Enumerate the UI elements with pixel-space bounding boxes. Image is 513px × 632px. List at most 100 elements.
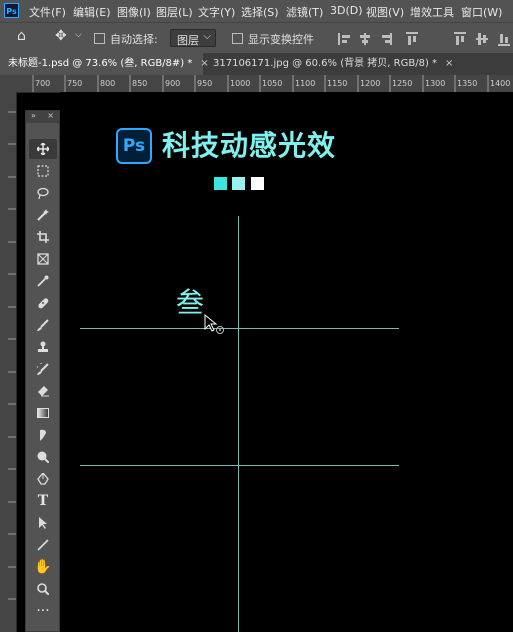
menu-view[interactable]: 视图(V) (366, 4, 404, 20)
typed-text-layer[interactable]: 叁 (176, 286, 204, 320)
canvas-title-text: 科技动感光效 (162, 129, 337, 162)
panel-header[interactable]: » × (26, 111, 59, 123)
zoom-tool[interactable] (29, 579, 57, 599)
document-tabs: 未标题-1.psd @ 73.6% (叁, RGB/8#) * × 3171061… (0, 53, 513, 75)
clone-stamp-tool[interactable] (29, 337, 57, 357)
hand-tool[interactable]: ✋ (29, 557, 57, 577)
align-buttons-icon[interactable] (338, 32, 510, 46)
lasso-icon (37, 187, 49, 199)
ruler-label: 1150 (327, 79, 348, 88)
move-tool-icon[interactable]: ✥ (55, 28, 67, 44)
color-square-3 (251, 177, 264, 190)
lasso-tool[interactable] (29, 183, 57, 203)
magic-wand-icon (37, 209, 49, 221)
menu-window[interactable]: 窗口(W) (461, 4, 502, 20)
checkbox-box[interactable] (232, 33, 243, 44)
ruler-label: 1100 (295, 79, 316, 88)
photoshop-logo-icon[interactable]: Ps (4, 3, 19, 18)
auto-select-target-dropdown[interactable]: 图层 ⌵ (170, 29, 216, 47)
color-square-1 (214, 177, 227, 190)
checkbox-box[interactable] (94, 33, 105, 44)
menu-select[interactable]: 选择(S) (241, 4, 279, 20)
color-square-2 (232, 177, 245, 190)
history-brush-tool[interactable] (29, 359, 57, 379)
pen-icon (37, 473, 49, 485)
auto-select-checkbox[interactable]: 自动选择: (94, 31, 158, 47)
ruler-label: 1250 (392, 79, 413, 88)
path-selection-tool[interactable] (29, 513, 57, 533)
menu-layer[interactable]: 图层(L) (156, 4, 193, 20)
menu-3d[interactable]: 3D(D) (330, 4, 363, 17)
options-bar: ⌂ ✥ ⌵ 自动选择: 图层 ⌵ 显示变换控件 (0, 22, 513, 54)
gradient-icon (37, 408, 49, 418)
line-icon (37, 539, 49, 551)
type-tool[interactable]: T (29, 491, 57, 511)
frame-icon (37, 253, 49, 265)
eyedropper-tool[interactable] (29, 271, 57, 291)
magic-wand-tool[interactable] (29, 205, 57, 225)
close-icon[interactable]: × (445, 58, 453, 69)
move-tool[interactable] (29, 139, 57, 159)
collapse-icon[interactable]: » (31, 111, 36, 120)
arrow-select-icon (39, 517, 47, 529)
brush-tool[interactable] (29, 315, 57, 335)
tab-document-2[interactable]: 317106171.jpg @ 60.6% (背景 拷贝, RGB/8) * × (205, 53, 513, 75)
ruler-label: 800 (100, 79, 116, 88)
ruler-label: 850 (132, 79, 148, 88)
ellipsis-icon: ··· (36, 603, 50, 619)
horizontal-guide-bottom[interactable] (80, 465, 399, 466)
show-transform-checkbox[interactable]: 显示变换控件 (232, 31, 314, 47)
ruler-label: 950 (197, 79, 213, 88)
close-icon[interactable]: × (47, 111, 54, 120)
menu-plugins[interactable]: 增效工具 (410, 4, 454, 20)
eraser-tool[interactable] (29, 381, 57, 401)
menu-type[interactable]: 文字(Y) (198, 4, 235, 20)
menu-image[interactable]: 图像(I) (117, 4, 151, 20)
ruler-label: 1400 (490, 79, 511, 88)
blur-tool[interactable] (29, 425, 57, 445)
dropdown-value: 图层 (177, 34, 199, 47)
zoom-icon (37, 583, 49, 595)
ruler-label: 750 (67, 79, 83, 88)
stamp-icon (38, 341, 48, 352)
eyedropper-icon (37, 275, 49, 287)
tab-label: 317106171.jpg @ 60.6% (背景 拷贝, RGB/8) * (213, 58, 438, 69)
healing-brush-tool[interactable] (29, 293, 57, 313)
ruler-label: 700 (35, 79, 51, 88)
auto-select-label: 自动选择: (110, 33, 158, 46)
show-transform-label: 显示变换控件 (248, 33, 314, 46)
tools-panel: » × T ✋ ··· (25, 110, 60, 632)
more-tools-button[interactable]: ··· (29, 601, 57, 621)
chevron-down-icon: ⌵ (203, 31, 211, 42)
menu-filter[interactable]: 滤镜(T) (286, 4, 323, 20)
ruler-ticks (8, 111, 16, 600)
home-icon[interactable]: ⌂ (17, 28, 26, 44)
ruler-label: 1350 (457, 79, 478, 88)
document-canvas[interactable] (60, 92, 513, 632)
pen-tool[interactable] (29, 469, 57, 489)
dodge-tool[interactable] (29, 447, 57, 467)
line-tool[interactable] (29, 535, 57, 555)
eraser-icon (38, 386, 49, 397)
frame-tool[interactable] (29, 249, 57, 269)
ruler-label: 1050 (262, 79, 283, 88)
horizontal-ruler[interactable]: 700 750 800 850 900 950 1000 1050 1100 1… (0, 75, 513, 93)
tab-document-1[interactable]: 未标题-1.psd @ 73.6% (叁, RGB/8#) * × (0, 53, 209, 75)
ruler-label: 900 (165, 79, 181, 88)
horizontal-guide-top[interactable] (80, 328, 399, 329)
marquee-tool[interactable] (29, 161, 57, 181)
marquee-icon (37, 165, 49, 177)
vertical-ruler[interactable] (0, 92, 17, 632)
tab-label: 未标题-1.psd @ 73.6% (叁, RGB/8#) * (8, 58, 193, 69)
crop-tool[interactable] (29, 227, 57, 247)
menu-file[interactable]: 文件(F) (29, 4, 66, 20)
type-icon: T (37, 493, 49, 509)
menu-edit[interactable]: 编辑(E) (73, 4, 111, 20)
gradient-tool[interactable] (29, 403, 57, 423)
ruler-label: 1000 (230, 79, 251, 88)
crop-icon (37, 231, 49, 243)
vertical-guide[interactable] (238, 216, 239, 632)
dodge-icon (37, 451, 49, 463)
ruler-label: 1200 (360, 79, 381, 88)
chevron-down-icon[interactable]: ⌵ (75, 30, 82, 40)
